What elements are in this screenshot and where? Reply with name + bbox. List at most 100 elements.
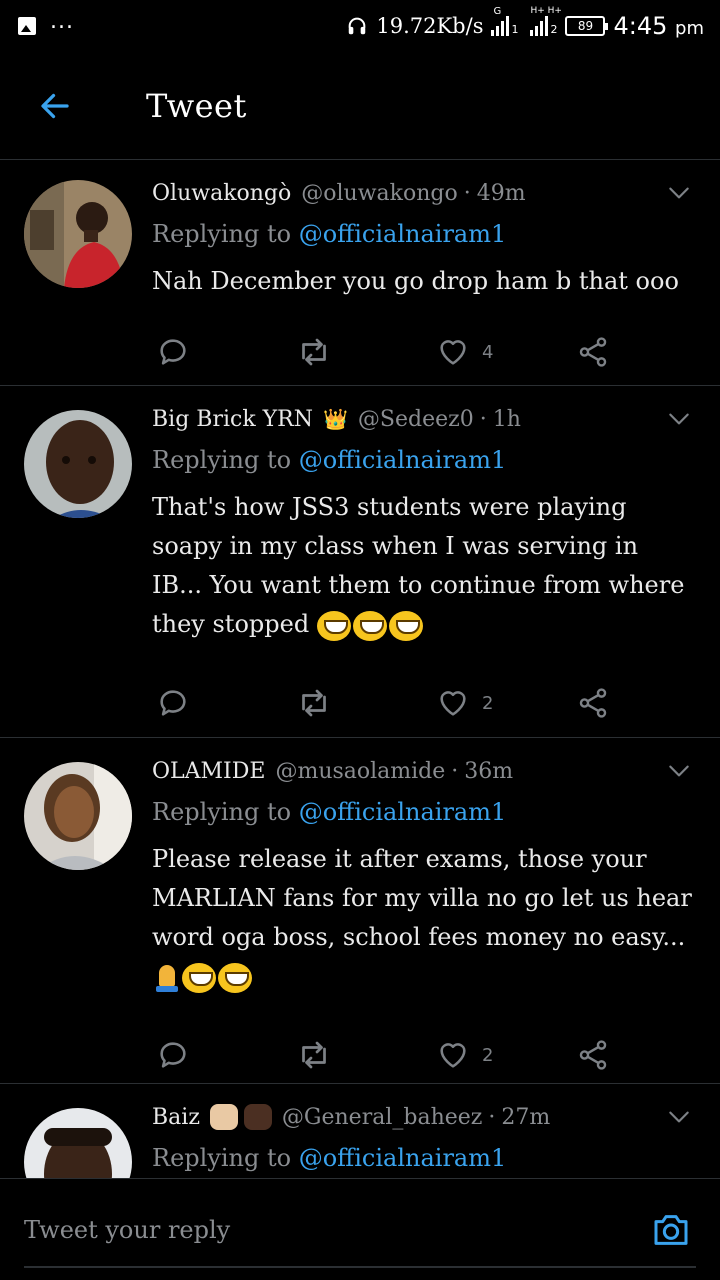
chevron-down-icon[interactable]	[666, 406, 692, 432]
display-name[interactable]: OLAMIDE	[152, 759, 265, 784]
retweet-icon	[302, 689, 326, 717]
retweet-button[interactable]	[296, 334, 436, 370]
tweet-meta: Oluwakongò @oluwakongo · 49m	[152, 180, 526, 206]
crown-emoji: 👑	[322, 407, 348, 431]
avatar[interactable]	[24, 180, 132, 288]
tweet-actions: 2	[156, 658, 692, 748]
raised-fist-light-emoji	[209, 1104, 238, 1130]
back-button[interactable]	[0, 52, 110, 160]
sim1-index: 1	[511, 23, 519, 36]
like-count: 4	[482, 341, 494, 363]
reply-button[interactable]	[156, 335, 296, 369]
sim2-index: 2	[550, 23, 558, 36]
share-button[interactable]	[576, 335, 610, 369]
replying-handle-link[interactable]: @officialnairam1	[299, 1144, 507, 1172]
more-dots-icon: ...	[50, 9, 74, 34]
reply-icon	[160, 1042, 186, 1068]
user-handle[interactable]: @musaolamide	[275, 759, 445, 784]
network-speed: 19.72Kb/s	[376, 14, 484, 38]
like-button[interactable]: 2	[436, 1038, 576, 1072]
avatar[interactable]	[24, 1108, 132, 1178]
chevron-down-icon[interactable]	[666, 180, 692, 206]
share-icon	[579, 688, 607, 718]
top-app-bar: Tweet	[0, 52, 720, 160]
reply-button[interactable]	[156, 1038, 296, 1072]
display-name[interactable]: Oluwakongò	[152, 181, 291, 206]
tweet-text: That's how JSS3 students were playing so…	[152, 488, 692, 644]
share-icon	[579, 337, 607, 367]
tweet-time: 49m	[476, 180, 526, 206]
image-icon	[18, 17, 36, 35]
tweet-text: Please release it after exams, those you…	[152, 840, 692, 996]
like-button[interactable]: 4	[436, 335, 576, 369]
clock-time: 4:45	[613, 12, 668, 40]
battery-level: 89	[577, 19, 594, 33]
battery-icon: 89	[565, 16, 609, 36]
display-name[interactable]: Baiz	[152, 1105, 200, 1130]
laughing-emoji	[388, 610, 423, 641]
tweet-text: Nah December you go drop ham b that ooo	[152, 267, 679, 295]
tweet-item[interactable]: Big Brick YRN 👑 @Sedeez0 · 1h Replying t…	[0, 386, 720, 738]
reply-button[interactable]	[156, 686, 296, 720]
headphones-icon	[349, 17, 366, 35]
avatar[interactable]	[24, 762, 132, 870]
tweet-item[interactable]: OLAMIDE @musaolamide · 36m Replying to @…	[0, 738, 720, 1084]
avatar[interactable]	[24, 410, 132, 518]
like-count: 2	[482, 1044, 494, 1066]
status-bar: ... 19.72Kb/s G 1 H+ H+ 2 89 4:45 pm	[0, 0, 720, 52]
user-handle[interactable]: @General_baheez	[282, 1105, 482, 1130]
laughing-emoji	[352, 610, 387, 641]
raised-fist-dark-emoji	[243, 1104, 272, 1130]
chevron-down-icon[interactable]	[666, 1104, 692, 1130]
arrow-left-icon	[41, 93, 69, 118]
tweet-meta: OLAMIDE @musaolamide · 36m	[152, 758, 514, 784]
share-icon	[579, 1040, 607, 1070]
tweet-time: 36m	[464, 758, 514, 784]
praying-hands-emoji	[152, 963, 182, 993]
signal-icon	[491, 16, 510, 36]
replying-to: Replying to @officialnairam1	[152, 220, 507, 248]
clock: 4:45 pm	[613, 12, 704, 40]
share-button[interactable]	[576, 1038, 610, 1072]
tweet-time: 1h	[492, 406, 521, 432]
page-title: Tweet	[146, 86, 247, 125]
user-handle[interactable]: @oluwakongo	[301, 181, 457, 206]
sim2-label: H+ H+	[530, 6, 562, 16]
tweet-time: 27m	[501, 1104, 551, 1130]
tweet-item[interactable]: Oluwakongò @oluwakongo · 49m Replying to…	[0, 160, 720, 386]
reply-icon	[160, 690, 186, 716]
laughing-emoji	[316, 610, 351, 641]
retweet-icon	[302, 338, 326, 366]
display-name[interactable]: Big Brick YRN	[152, 407, 313, 432]
camera-icon[interactable]	[650, 1210, 692, 1250]
reply-feed[interactable]: Oluwakongò @oluwakongo · 49m Replying to…	[0, 160, 720, 1178]
replying-to: Replying to @officialnairam1	[152, 446, 507, 474]
share-button[interactable]	[576, 686, 610, 720]
retweet-button[interactable]	[296, 1037, 436, 1073]
laughing-emoji	[182, 962, 216, 993]
user-handle[interactable]: @Sedeez0	[358, 407, 474, 432]
laughing-emoji	[218, 962, 252, 993]
heart-icon	[440, 691, 466, 716]
heart-icon	[440, 340, 466, 365]
tweet-actions: 4	[156, 307, 692, 397]
retweet-button[interactable]	[296, 685, 436, 721]
reply-icon	[160, 339, 186, 365]
replying-handle-link[interactable]: @officialnairam1	[299, 446, 507, 474]
signal-icon-2	[530, 16, 549, 36]
tweet-meta: Baiz ✊🏻✊🏿 @General_baheez · 27m	[152, 1104, 551, 1130]
like-count: 2	[482, 692, 494, 714]
replying-to: Replying to @officialnairam1	[152, 1144, 507, 1172]
retweet-icon	[302, 1041, 326, 1069]
chevron-down-icon[interactable]	[666, 758, 692, 784]
replying-handle-link[interactable]: @officialnairam1	[299, 220, 507, 248]
tweet-reply-input[interactable]	[24, 1215, 584, 1244]
bottom-divider	[24, 1266, 696, 1268]
replying-to: Replying to @officialnairam1	[152, 798, 507, 826]
clock-ampm: pm	[675, 18, 704, 39]
tweet-item[interactable]: Baiz ✊🏻✊🏿 @General_baheez · 27m Replying…	[0, 1084, 720, 1178]
replying-handle-link[interactable]: @officialnairam1	[299, 798, 507, 826]
sim1-label: G	[493, 6, 502, 17]
like-button[interactable]: 2	[436, 686, 576, 720]
heart-icon	[440, 1043, 466, 1068]
